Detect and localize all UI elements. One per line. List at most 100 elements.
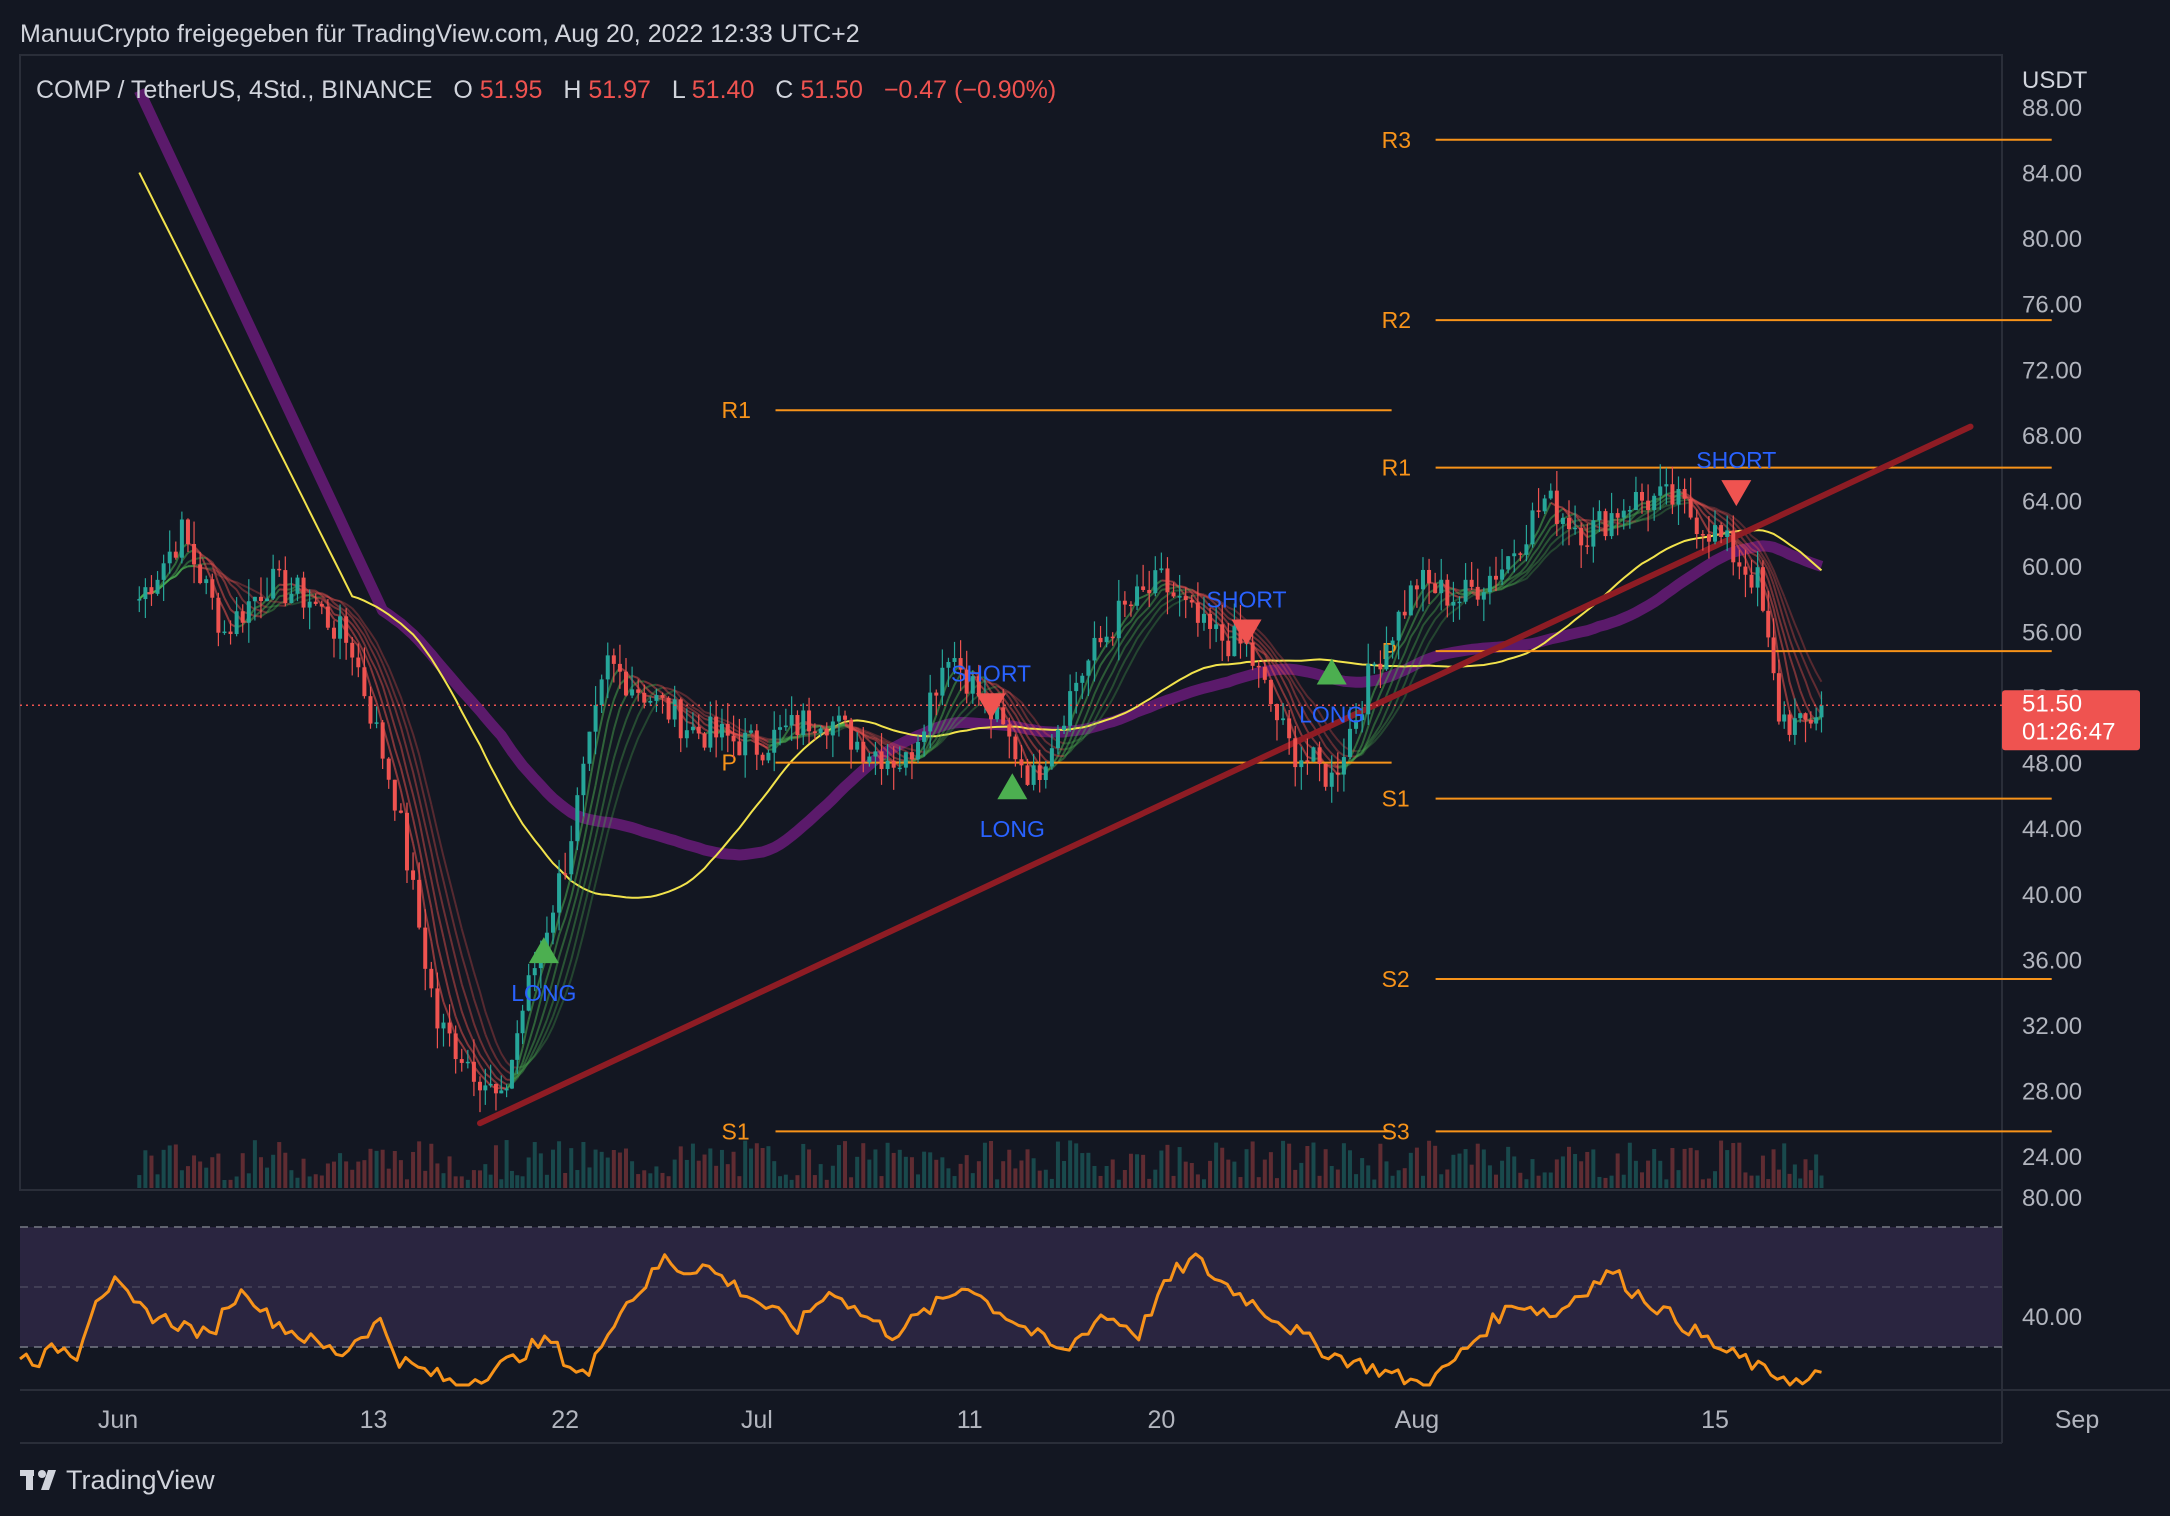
candle-body — [1585, 545, 1590, 547]
high-label: H — [563, 76, 581, 104]
ribbon-segment — [1623, 519, 1630, 523]
volume-bar — [1457, 1153, 1462, 1188]
volume-bar — [801, 1143, 806, 1188]
candle-body — [714, 716, 719, 738]
volume-bar — [1760, 1155, 1765, 1188]
ribbon-segment — [785, 737, 792, 741]
volume-bar — [818, 1164, 823, 1188]
candle-body — [1110, 636, 1115, 639]
volume-bar — [1603, 1177, 1608, 1188]
candle-body — [1055, 729, 1060, 749]
candle-body — [696, 726, 701, 734]
volume-bar — [1201, 1179, 1206, 1188]
candle-body — [204, 579, 209, 584]
volume-bar — [1177, 1147, 1182, 1188]
price-axis-tick: 28.00 — [2022, 1078, 2082, 1105]
volume-bar — [648, 1173, 653, 1188]
candle-body — [398, 810, 403, 813]
candle-body — [1408, 585, 1413, 616]
volume-bar — [563, 1172, 568, 1188]
pivot-label: S1 — [1382, 786, 1410, 812]
volume-bar — [575, 1170, 580, 1188]
candle-body — [1676, 488, 1681, 505]
volume-bar — [319, 1175, 324, 1188]
volume-bar — [1384, 1161, 1389, 1188]
volume-bar — [1086, 1152, 1091, 1188]
candle-body — [1469, 579, 1474, 587]
candle-body — [1220, 624, 1225, 641]
symbol-name[interactable]: COMP / TetherUS, 4Std., BINANCE — [36, 76, 432, 104]
candle-body — [1128, 604, 1133, 607]
volume-bar — [1566, 1146, 1571, 1188]
volume-bar — [459, 1176, 464, 1188]
low-label: L — [672, 76, 686, 104]
ribbon-segment — [1708, 506, 1716, 510]
volume-bar — [1354, 1174, 1359, 1188]
candle-body — [660, 695, 665, 698]
volume-bar — [1743, 1172, 1748, 1188]
volume-bar — [1682, 1148, 1687, 1188]
ribbon-segment — [797, 735, 804, 739]
candle-body — [1731, 530, 1736, 563]
candle-body — [1311, 747, 1316, 762]
volume-bar — [1536, 1175, 1541, 1188]
candle-body — [836, 715, 841, 722]
volume-bar — [380, 1149, 385, 1188]
volume-bar — [719, 1149, 724, 1188]
volume-bar — [338, 1153, 343, 1188]
volume-bar — [246, 1173, 251, 1188]
candle-body — [909, 752, 914, 760]
candle-body — [1317, 747, 1322, 764]
currency-label: USDT — [2022, 67, 2088, 94]
volume-bar — [1597, 1176, 1602, 1188]
price-axis-tick: 32.00 — [2022, 1013, 2082, 1040]
candle-body — [429, 968, 434, 989]
ribbon-segment — [1623, 522, 1631, 526]
volume-bar — [690, 1143, 695, 1188]
volume-bar — [1493, 1174, 1498, 1188]
volume-bar — [1694, 1150, 1699, 1188]
volume-bar — [1621, 1174, 1626, 1188]
candle-body — [636, 689, 641, 693]
volume-bar — [1232, 1161, 1237, 1188]
pivot-label: P — [1382, 638, 1397, 664]
candle-body — [648, 700, 653, 703]
time-axis-tick: 15 — [1701, 1406, 1729, 1434]
volume-bar — [192, 1155, 197, 1188]
close-label: C — [775, 76, 793, 104]
candle-body — [1335, 772, 1340, 775]
price-axis-tick: 64.00 — [2022, 488, 2082, 515]
pivot-label: R2 — [1382, 307, 1411, 333]
candle-body — [1487, 575, 1492, 593]
ribbon-segment — [1617, 524, 1624, 528]
volume-bar — [1427, 1140, 1432, 1188]
ribbon-segment — [501, 1086, 507, 1090]
candle-body — [325, 606, 330, 628]
volume-bar — [1347, 1150, 1352, 1188]
candle-body — [179, 519, 184, 558]
candle-body — [173, 551, 178, 558]
candle-body — [1755, 567, 1760, 588]
volume-bar — [252, 1140, 257, 1188]
volume-bar — [1749, 1175, 1754, 1188]
candle-body — [1396, 611, 1401, 641]
candle-body — [807, 710, 812, 732]
chart-canvas[interactable]: R1 P S1 R3 R2 R1 P S1 S2 S3 LONG SHORT LONG SHORT LON… — [0, 0, 2170, 1516]
volume-bar — [477, 1170, 482, 1188]
volume-bar — [210, 1157, 215, 1188]
candle-body — [766, 752, 771, 761]
candle-body — [1347, 728, 1352, 758]
candle-body — [1803, 713, 1808, 720]
volume-bar — [624, 1148, 629, 1188]
candle-body — [265, 598, 270, 602]
candle-body — [1226, 640, 1231, 657]
candle-body — [1153, 570, 1158, 594]
candle-body — [1627, 510, 1632, 512]
candle-body — [1135, 586, 1140, 606]
candle-body — [1542, 498, 1547, 512]
volume-bar — [1244, 1149, 1249, 1188]
candle-body — [824, 728, 829, 736]
candle-body — [1597, 511, 1602, 521]
volume-bar — [1141, 1154, 1146, 1188]
candle-body — [283, 570, 288, 604]
